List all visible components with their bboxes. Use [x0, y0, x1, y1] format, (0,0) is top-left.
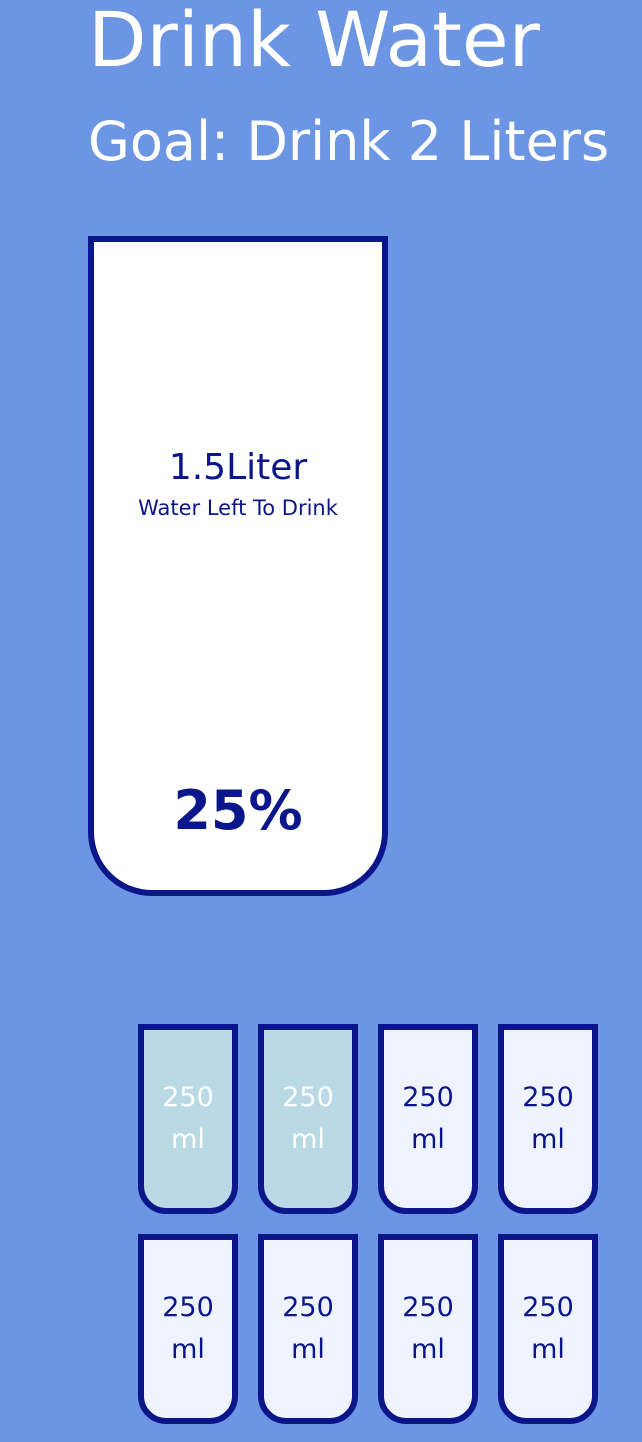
small-cup-5[interactable]: 250 ml [138, 1234, 238, 1424]
cup-label: 250 ml [402, 1077, 454, 1161]
cup-amount: 250 [162, 1292, 214, 1324]
cup-unit: ml [411, 1124, 445, 1155]
small-cup-7[interactable]: 250 ml [378, 1234, 478, 1424]
cup-unit: ml [531, 1334, 565, 1365]
cup-label: 250 ml [402, 1287, 454, 1371]
cup-label: 250 ml [522, 1287, 574, 1371]
cup-label: 250 ml [282, 1077, 334, 1161]
remained-section: 1.5Liter Water Left To Drink [94, 448, 382, 520]
cup-unit: ml [171, 1124, 205, 1155]
cup-amount: 250 [402, 1082, 454, 1114]
cup-amount: 250 [282, 1292, 334, 1324]
cup-unit: ml [291, 1334, 325, 1365]
cup-unit: ml [531, 1124, 565, 1155]
cup-label: 250 ml [282, 1287, 334, 1371]
liters-remaining: 1.5Liter [168, 447, 308, 488]
cup-label: 250 ml [162, 1077, 214, 1161]
cup-unit: ml [411, 1334, 445, 1365]
small-cup-2[interactable]: 250 ml [258, 1024, 358, 1214]
page-title: Drink Water [88, 0, 540, 84]
percentage-display: 25% [173, 779, 303, 842]
small-cups-grid: 250 ml 250 ml 250 ml 250 ml 250 ml 250 m… [138, 1024, 600, 1424]
cup-unit: ml [171, 1334, 205, 1365]
cup-label: 250 ml [162, 1287, 214, 1371]
small-cup-1[interactable]: 250 ml [138, 1024, 238, 1214]
goal-text: Goal: Drink 2 Liters [88, 110, 610, 173]
cup-amount: 250 [522, 1292, 574, 1324]
small-cup-3[interactable]: 250 ml [378, 1024, 478, 1214]
small-cup-4[interactable]: 250 ml [498, 1024, 598, 1214]
small-cup-6[interactable]: 250 ml [258, 1234, 358, 1424]
cup-amount: 250 [162, 1082, 214, 1114]
cup-unit: ml [291, 1124, 325, 1155]
small-cup-8[interactable]: 250 ml [498, 1234, 598, 1424]
cup-amount: 250 [522, 1082, 574, 1114]
big-cup: 1.5Liter Water Left To Drink 25% [88, 236, 388, 896]
cup-amount: 250 [402, 1292, 454, 1324]
cup-amount: 250 [282, 1082, 334, 1114]
cup-label: 250 ml [522, 1077, 574, 1161]
remaining-label: Water Left To Drink [138, 495, 338, 520]
